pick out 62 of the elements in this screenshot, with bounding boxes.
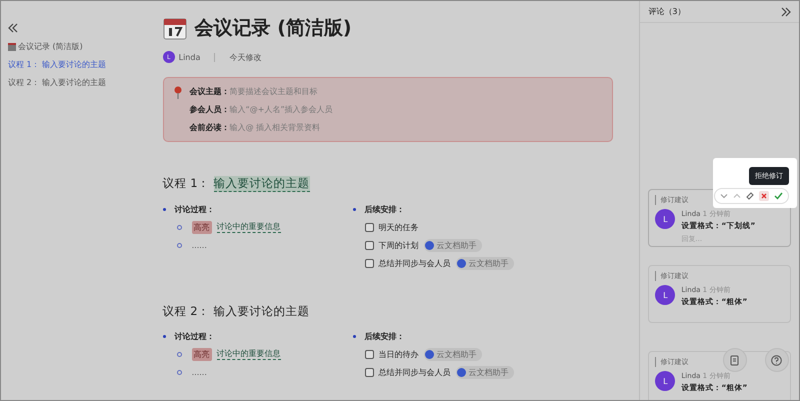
mention-chip[interactable]: 云文档助手 — [424, 238, 482, 252]
checkbox[interactable] — [364, 258, 374, 268]
modified-label: 今天修改 — [229, 52, 262, 62]
section-label: 讨论过程： — [174, 330, 215, 342]
checkbox[interactable] — [364, 350, 374, 358]
bullet-icon — [162, 208, 166, 210]
outline-item[interactable]: 议程 2： 输入要讨论的主题 — [8, 77, 151, 88]
field-label: 会前必读： — [190, 123, 230, 132]
ellipsis-text: ...... — [192, 240, 207, 250]
agenda-topic: 输入要讨论的主题 — [214, 176, 310, 192]
calendar-icon — [8, 42, 16, 50]
task-text: 总结并同步与会人员 — [378, 366, 451, 378]
highlight-tag: 高亮 — [192, 348, 212, 360]
placeholder-text[interactable]: 输入@ 插入相关背景资料 — [230, 123, 320, 132]
ellipsis-text: ...... — [192, 368, 207, 376]
bullet-icon — [176, 242, 182, 248]
bullet-icon — [162, 334, 166, 338]
reject-icon[interactable] — [758, 191, 769, 201]
bullet-icon — [352, 208, 356, 210]
avatar-icon: L — [655, 209, 676, 229]
avatar-icon: L — [655, 371, 676, 391]
placeholder-text[interactable]: 输入“@+人名”插入参会人员 — [230, 105, 333, 114]
highlight-tag: 高亮 — [192, 220, 212, 234]
mention-chip[interactable]: 云文档助手 — [424, 348, 482, 360]
section-label: 后续安排： — [364, 330, 405, 342]
bullet-icon — [176, 370, 182, 374]
task-text: 下周的计划 — [378, 240, 419, 250]
highlighted-text: 讨论中的重要信息 — [216, 348, 281, 360]
bullet-icon — [176, 352, 182, 356]
task-text: 总结并同步与会人员 — [378, 258, 451, 268]
agenda-label: 议程 2： — [162, 304, 210, 319]
field-label: 参会人员： — [190, 105, 230, 114]
avatar-icon: L — [655, 285, 676, 305]
field-label: 会议主题： — [190, 87, 230, 96]
highlighted-text: 讨论中的重要信息 — [216, 221, 281, 233]
collapse-icon[interactable] — [8, 23, 18, 33]
mention-chip[interactable]: 云文档助手 — [456, 256, 514, 270]
section-label: 后续安排： — [364, 204, 405, 214]
agenda-label: 议程 1： — [162, 176, 210, 192]
panel-title: 评论（3） — [648, 6, 686, 17]
expand-icon[interactable] — [780, 6, 791, 16]
outline-item[interactable]: 会议记录 (简洁版) — [8, 41, 151, 52]
document-title: 会议记录 (简洁版) — [194, 16, 352, 41]
author-name: Linda — [178, 52, 200, 62]
bullet-icon — [352, 334, 356, 338]
checkbox[interactable] — [364, 240, 374, 250]
chevron-down-icon[interactable] — [720, 192, 728, 200]
placeholder-text[interactable]: 简要描述会议主题和目标 — [230, 87, 318, 96]
outline-item[interactable]: 议程 1： 输入要讨论的主题 — [8, 59, 151, 70]
section-label: 讨论过程： — [174, 204, 215, 214]
pin-icon — [174, 86, 182, 99]
task-text: 明天的任务 — [378, 222, 419, 232]
bullet-icon — [176, 224, 182, 230]
accept-icon[interactable] — [774, 192, 783, 200]
calendar-icon — [162, 16, 187, 40]
checkbox[interactable] — [364, 368, 374, 376]
agenda-topic: 输入要讨论的主题 — [214, 304, 310, 319]
task-text: 当日的待办 — [378, 348, 419, 360]
document-icon[interactable] — [722, 348, 747, 372]
mention-chip[interactable]: 云文档助手 — [456, 366, 514, 378]
help-icon[interactable] — [764, 348, 789, 372]
checkbox[interactable] — [364, 222, 374, 232]
